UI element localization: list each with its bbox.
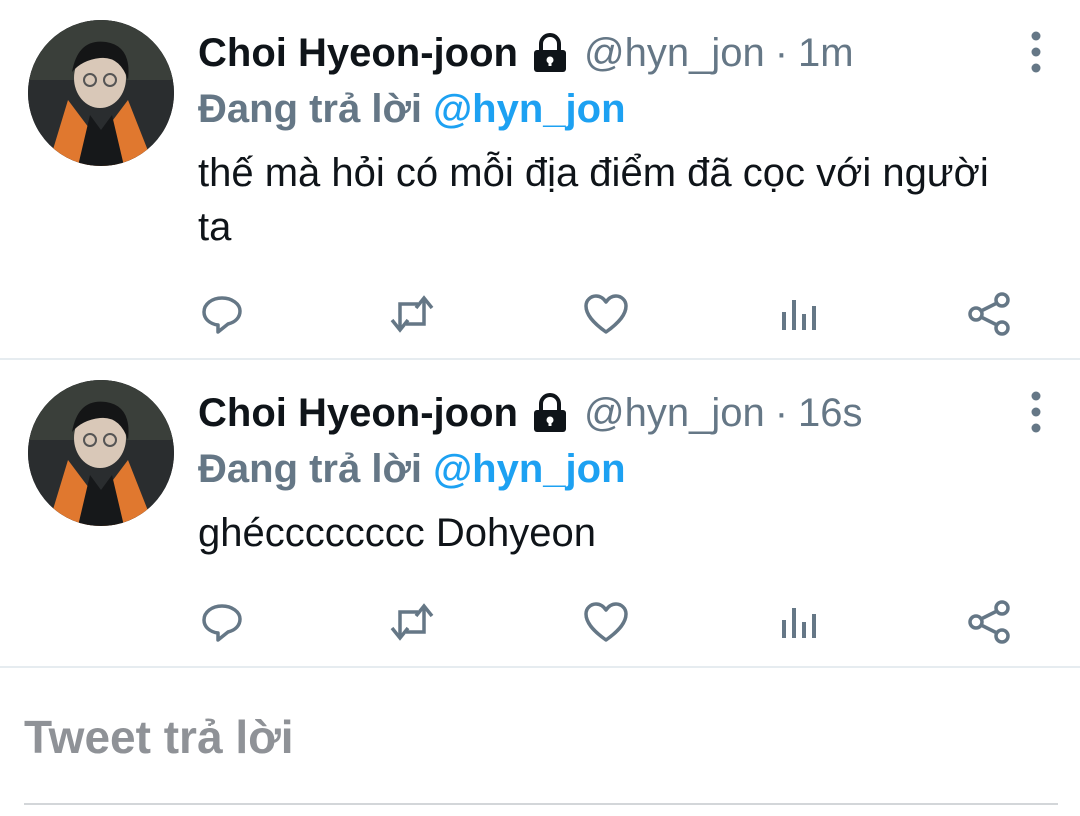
share-icon[interactable] (966, 290, 1014, 338)
tweet-body: Choi Hyeon-joon @hyn_jon · 16s Đang trả (198, 384, 1041, 560)
reply-handle-link[interactable]: @hyn_jon (433, 447, 625, 491)
tweet[interactable]: Choi Hyeon-joon @hyn_jon · 16s Đang trả (0, 360, 1080, 668)
avatar-image (28, 20, 174, 166)
avatar[interactable] (28, 380, 174, 526)
handle[interactable]: @hyn_jon (584, 384, 765, 442)
tweet-text: thế mà hỏi có mỗi địa điểm đã cọc với ng… (198, 151, 989, 249)
separator: · (774, 391, 789, 435)
retweet-icon[interactable] (388, 290, 436, 338)
display-name[interactable]: Choi Hyeon-joon (198, 384, 518, 442)
tweet[interactable]: Choi Hyeon-joon @hyn_jon · 1m Đang trả l… (0, 0, 1080, 360)
display-name[interactable]: Choi Hyeon-joon (198, 24, 518, 82)
heart-icon[interactable] (582, 290, 630, 338)
avatar-image (28, 380, 174, 526)
reply-icon[interactable] (198, 598, 246, 646)
timestamp[interactable]: 16s (798, 384, 863, 442)
avatar[interactable] (28, 20, 174, 166)
reply-context: Đang trả lời @hyn_jon (198, 82, 1040, 136)
reply-handle-link[interactable]: @hyn_jon (433, 87, 625, 131)
tweet-body: Choi Hyeon-joon @hyn_jon · 1m Đang trả l… (198, 24, 1041, 254)
more-vertical-icon[interactable] (1024, 390, 1048, 434)
more-vertical-icon[interactable] (1024, 30, 1048, 74)
heart-icon[interactable] (582, 598, 630, 646)
reply-icon[interactable] (198, 290, 246, 338)
reply-prefix: Đang trả lời (198, 447, 423, 491)
tweet-actions (198, 290, 1018, 340)
reply-context: Đang trả lời @hyn_jon (198, 442, 1040, 496)
analytics-icon[interactable] (774, 290, 822, 338)
composer-underline (24, 803, 1058, 805)
tweet-header: Choi Hyeon-joon @hyn_jon · 1m (198, 24, 1040, 82)
reply-composer-input[interactable]: Tweet trả lời (24, 710, 294, 764)
tweet-text: ghécccccccc Dohyeon (198, 511, 596, 555)
share-icon[interactable] (966, 598, 1014, 646)
handle[interactable]: @hyn_jon (584, 24, 765, 82)
separator: · (774, 31, 789, 75)
retweet-icon[interactable] (388, 598, 436, 646)
tweet-actions (198, 598, 1018, 648)
tweet-header: Choi Hyeon-joon @hyn_jon · 16s (198, 384, 1040, 442)
lock-icon (528, 31, 572, 75)
reply-prefix: Đang trả lời (198, 87, 423, 131)
lock-icon (528, 391, 572, 435)
timestamp[interactable]: 1m (798, 24, 854, 82)
analytics-icon[interactable] (774, 598, 822, 646)
